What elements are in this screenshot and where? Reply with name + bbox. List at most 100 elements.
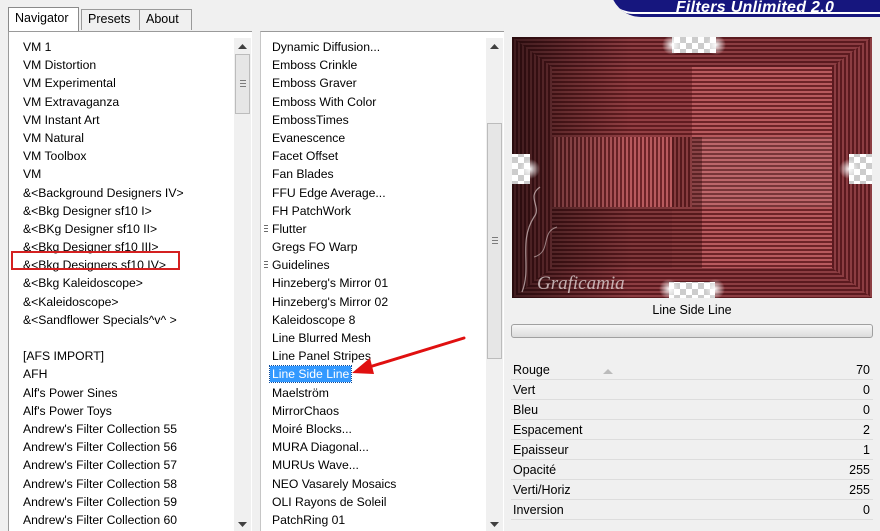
- filter-item-kaleidoscope-8[interactable]: Kaleidoscope 8: [261, 311, 486, 329]
- filter-item-flutter[interactable]: Flutter: [261, 220, 486, 238]
- param-row-epaisseur[interactable]: Epaisseur 1: [511, 440, 873, 460]
- param-row-vert[interactable]: Vert 0: [511, 380, 873, 400]
- category-item-alf-s-power-toys[interactable]: Alf's Power Toys: [9, 402, 234, 420]
- filter-item-murus-wave[interactable]: MURUs Wave...: [261, 456, 486, 474]
- category-item-andrew-s-filter-collection-55[interactable]: Andrew's Filter Collection 55: [9, 420, 234, 438]
- filter-item-maelstr-m[interactable]: Maelström: [261, 384, 486, 402]
- category-item-andrew-s-filter-collection-60[interactable]: Andrew's Filter Collection 60: [9, 511, 234, 529]
- category-item-vm-toolbox[interactable]: VM Toolbox: [9, 147, 234, 165]
- group-marker-icon: [264, 224, 268, 234]
- filter-label: Flutter: [272, 221, 307, 236]
- category-item-afs-import[interactable]: [AFS IMPORT]: [9, 347, 234, 365]
- filter-label: FFU Edge Average...: [272, 185, 386, 200]
- param-row-opacit[interactable]: Opacité 255: [511, 460, 873, 480]
- brand-title: Filters Unlimited 2.0: [675, 0, 835, 16]
- filter-label: Maelström: [272, 385, 329, 400]
- category-label: &<Background Designers IV>: [23, 185, 184, 200]
- category-item-vm-experimental[interactable]: VM Experimental: [9, 74, 234, 92]
- category-scroll-thumb[interactable]: [235, 54, 250, 114]
- scroll-down-arrow-icon[interactable]: [234, 516, 251, 531]
- category-label: &<Bkg Kaleidoscope>: [23, 276, 143, 291]
- param-value[interactable]: 255: [849, 460, 870, 480]
- category-item-vm-natural[interactable]: VM Natural: [9, 129, 234, 147]
- filter-item-patchring-01[interactable]: PatchRing 01: [261, 511, 486, 529]
- preview-zoom-slider[interactable]: [511, 324, 873, 338]
- category-item-alf-s-power-sines[interactable]: Alf's Power Sines: [9, 384, 234, 402]
- category-label: VM: [23, 167, 42, 182]
- category-item-bkg-designer-sf10-ii[interactable]: &<BKg Designer sf10 II>: [9, 220, 234, 238]
- preview-filter-name: Line Side Line: [652, 303, 732, 317]
- category-label: VM Instant Art: [23, 112, 100, 127]
- category-item-background-designers-iv[interactable]: &<Background Designers IV>: [9, 184, 234, 202]
- param-value[interactable]: 0: [863, 500, 870, 520]
- category-item-andrew-s-filter-collection-59[interactable]: Andrew's Filter Collection 59: [9, 493, 234, 511]
- filter-item-hinzeberg-s-mirror-02[interactable]: Hinzeberg's Mirror 02: [261, 293, 486, 311]
- category-item-andrew-s-filter-collection-58[interactable]: Andrew's Filter Collection 58: [9, 475, 234, 493]
- category-item-vm-1[interactable]: VM 1: [9, 38, 234, 56]
- filter-scrollbar[interactable]: [486, 38, 503, 531]
- category-scrollbar[interactable]: [234, 38, 251, 531]
- filter-item-moir-blocks[interactable]: Moiré Blocks...: [261, 420, 486, 438]
- category-list-pane: VM 1 VM Distortion VM Experimental VM Extra…: [8, 31, 252, 531]
- param-value[interactable]: 1: [863, 440, 870, 460]
- category-item-kaleidoscope[interactable]: &<Kaleidoscope>: [9, 293, 234, 311]
- filter-item-facet-offset[interactable]: Facet Offset: [261, 147, 486, 165]
- category-highlight-annotation: [11, 251, 180, 270]
- filter-item-hinzeberg-s-mirror-01[interactable]: Hinzeberg's Mirror 01: [261, 274, 486, 292]
- category-item-andrew-s-filter-collection-56[interactable]: Andrew's Filter Collection 56: [9, 438, 234, 456]
- param-divider: [511, 519, 873, 520]
- param-value[interactable]: 0: [863, 400, 870, 420]
- filter-label: Hinzeberg's Mirror 01: [272, 276, 389, 291]
- category-item-andrew-s-filter-collection-57[interactable]: Andrew's Filter Collection 57: [9, 456, 234, 474]
- category-item-bkg-designer-sf10-i[interactable]: &<Bkg Designer sf10 I>: [9, 202, 234, 220]
- filter-item-ffu-edge-average[interactable]: FFU Edge Average...: [261, 184, 486, 202]
- filter-label: Kaleidoscope 8: [272, 312, 356, 327]
- filter-item-gregs-fo-warp[interactable]: Gregs FO Warp: [261, 238, 486, 256]
- filter-item-fh-patchwork[interactable]: FH PatchWork: [261, 202, 486, 220]
- tab-about[interactable]: About: [139, 9, 192, 30]
- category-label: Andrew's Filter Collection 57: [23, 458, 178, 473]
- param-value[interactable]: 2: [863, 420, 870, 440]
- param-row-inversion[interactable]: Inversion 0: [511, 500, 873, 520]
- scroll-up-arrow-icon[interactable]: [234, 38, 251, 54]
- param-value[interactable]: 70: [856, 360, 870, 380]
- filter-item-mirrorchaos[interactable]: MirrorChaos: [261, 402, 486, 420]
- param-name: Verti/Horiz: [513, 483, 571, 497]
- param-row-bleu[interactable]: Bleu 0: [511, 400, 873, 420]
- filter-item-dynamic-diffusion[interactable]: Dynamic Diffusion...: [261, 38, 486, 56]
- category-item-vm[interactable]: VM: [9, 165, 234, 183]
- param-row-verti-horiz[interactable]: Verti/Horiz 255: [511, 480, 873, 500]
- category-item-vm-extravaganza[interactable]: VM Extravaganza: [9, 93, 234, 111]
- category-list[interactable]: VM 1 VM Distortion VM Experimental VM Extra…: [9, 38, 234, 529]
- filter-item-evanescence[interactable]: Evanescence: [261, 129, 486, 147]
- category-item-vm-instant-art[interactable]: VM Instant Art: [9, 111, 234, 129]
- filter-item-emboss-with-color[interactable]: Emboss With Color: [261, 93, 486, 111]
- scroll-up-arrow-icon[interactable]: [486, 38, 503, 54]
- category-item-afh[interactable]: AFH: [9, 365, 234, 383]
- filter-item-oli-rayons-de-soleil[interactable]: OLI Rayons de Soleil: [261, 493, 486, 511]
- filter-item-fan-blades[interactable]: Fan Blades: [261, 165, 486, 183]
- category-item-sandflower-specials-v[interactable]: &<Sandflower Specials^v^ >: [9, 311, 234, 329]
- filter-item-embosstimes[interactable]: EmbossTimes: [261, 111, 486, 129]
- filter-item-emboss-graver[interactable]: Emboss Graver: [261, 74, 486, 92]
- filter-label: Dynamic Diffusion...: [272, 40, 381, 54]
- param-value[interactable]: 255: [849, 480, 870, 500]
- param-name: Bleu: [513, 403, 539, 417]
- tab-presets[interactable]: Presets: [81, 9, 140, 30]
- filter-item-emboss-crinkle[interactable]: Emboss Crinkle: [261, 56, 486, 74]
- param-row-espacement[interactable]: Espacement 2: [511, 420, 873, 440]
- filter-label: OLI Rayons de Soleil: [272, 494, 387, 509]
- filter-item-mura-diagonal[interactable]: MURA Diagonal...: [261, 438, 486, 456]
- tab-navigator[interactable]: Navigator: [8, 7, 79, 31]
- filter-scroll-thumb[interactable]: [487, 123, 502, 359]
- filter-item-neo-vasarely-mosaics[interactable]: NEO Vasarely Mosaics: [261, 475, 486, 493]
- category-item-bkg-kaleidoscope[interactable]: &<Bkg Kaleidoscope>: [9, 274, 234, 292]
- filter-list[interactable]: Dynamic Diffusion... Emboss Crinkle Emboss…: [261, 38, 486, 529]
- category-item-vm-distortion[interactable]: VM Distortion: [9, 56, 234, 74]
- param-row-rouge[interactable]: Rouge 70: [511, 360, 873, 380]
- param-value[interactable]: 0: [863, 380, 870, 400]
- filter-item-guidelines[interactable]: Guidelines: [261, 256, 486, 274]
- scroll-down-arrow-icon[interactable]: [486, 516, 503, 531]
- category-label: &<BKg Designer sf10 II>: [23, 221, 158, 236]
- category-label: VM Distortion: [23, 58, 97, 73]
